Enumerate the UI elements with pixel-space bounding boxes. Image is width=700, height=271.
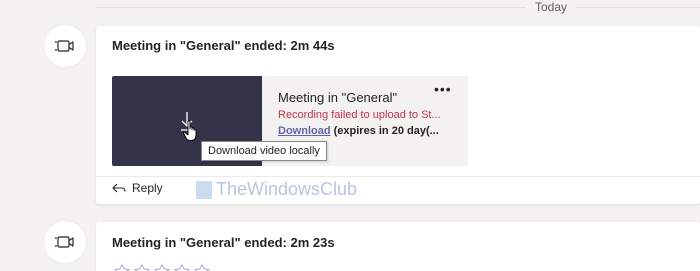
day-separator-label: Today xyxy=(535,0,568,14)
download-link[interactable]: Download xyxy=(278,125,331,137)
watermark-text: TheWindowsClub xyxy=(216,179,358,199)
meeting-card: Meeting in "General" ended: 2m 23s xyxy=(96,222,700,271)
video-camera-icon xyxy=(55,40,74,52)
timeline-divider-right xyxy=(576,7,700,8)
reply-label: Reply xyxy=(132,181,163,195)
meeting-card: Meeting in "General" ended: 2m 44s Meeti… xyxy=(96,26,700,204)
video-camera-icon xyxy=(55,236,74,248)
meeting-title: Meeting in "General" ended: 2m 44s xyxy=(112,38,335,53)
download-row: Download (expires in 20 day(... xyxy=(278,125,439,137)
more-options-button[interactable]: ••• xyxy=(434,82,452,96)
watermark-logo xyxy=(196,180,212,199)
expiry-text: (expires in 20 day(... xyxy=(333,125,439,137)
download-tooltip: Download video locally xyxy=(201,141,327,161)
timeline-divider-left xyxy=(96,7,526,8)
meeting-title: Meeting in "General" ended: 2m 23s xyxy=(112,235,335,250)
recording-title: Meeting in "General" xyxy=(278,90,398,105)
reply-arrow-icon xyxy=(112,183,126,193)
rating-stars-placeholder[interactable] xyxy=(112,264,212,271)
meeting-avatar xyxy=(44,221,86,263)
recording-error-text: Recording failed to upload to St... xyxy=(278,109,441,121)
hand-cursor-icon xyxy=(183,120,197,141)
reply-button[interactable]: Reply xyxy=(112,181,163,195)
meeting-avatar xyxy=(44,25,86,67)
reply-divider xyxy=(96,176,700,177)
watermark: TheWindowsClub xyxy=(196,179,357,200)
